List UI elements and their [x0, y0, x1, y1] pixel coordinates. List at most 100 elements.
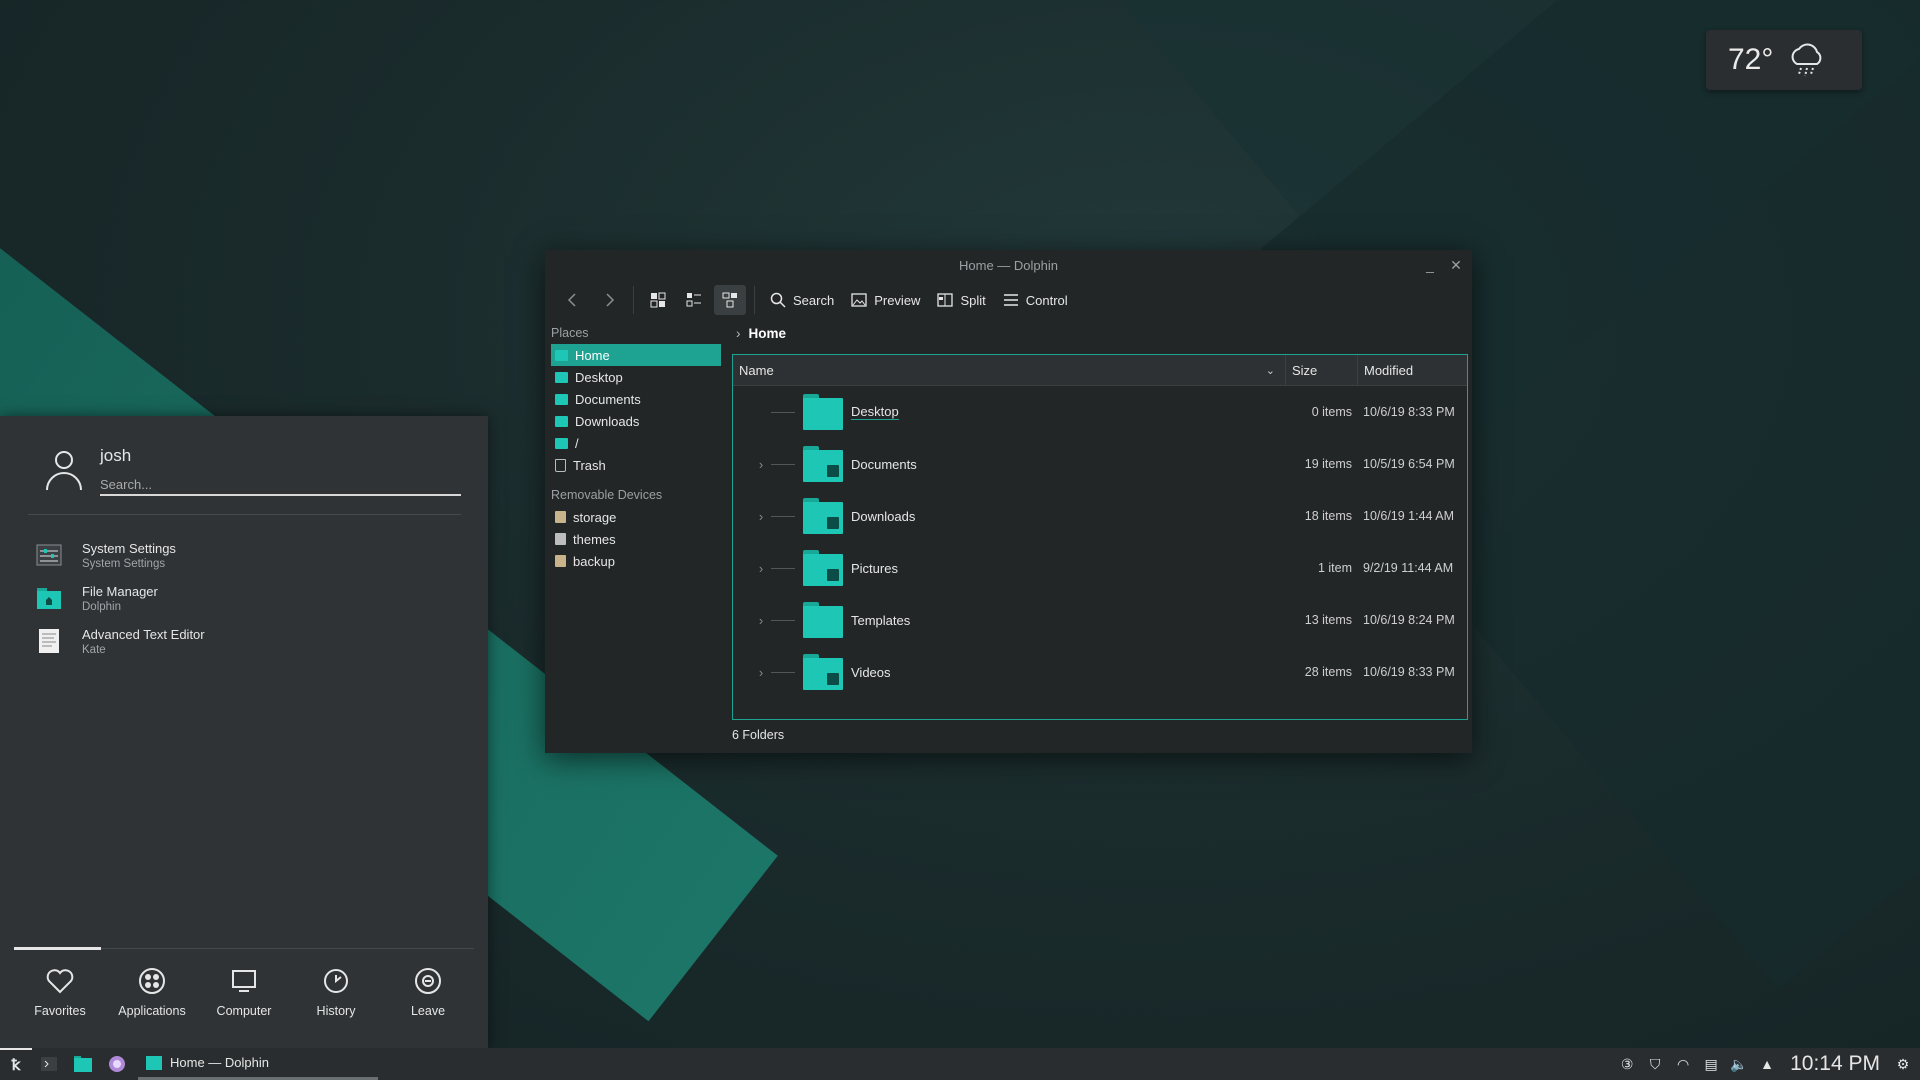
- folder-icon: [555, 371, 568, 383]
- row-modified: 9/2/19 11:44 AM: [1363, 561, 1454, 575]
- browser-icon: [109, 1056, 125, 1072]
- expand-chevron-icon[interactable]: ›: [751, 509, 771, 524]
- terminal-launcher[interactable]: [32, 1048, 66, 1080]
- split-button[interactable]: Split: [930, 285, 991, 315]
- home-folder-icon: [555, 349, 568, 361]
- file-manager-launcher[interactable]: [66, 1048, 100, 1080]
- clipboard-icon[interactable]: ③: [1618, 1055, 1636, 1073]
- row-size: 1 item: [1317, 561, 1352, 575]
- heart-icon: [46, 969, 74, 994]
- table-row[interactable]: Desktop 0 items 10/6/19 8:33 PM: [733, 386, 1467, 438]
- place-desktop[interactable]: Desktop: [551, 366, 721, 388]
- place-root[interactable]: /: [551, 432, 721, 454]
- table-row[interactable]: › Templates 13 items 10/6/19 8:24 PM: [733, 594, 1467, 646]
- app-text-editor[interactable]: Advanced Text Editor Kate: [36, 622, 436, 660]
- place-documents[interactable]: Documents: [551, 388, 721, 410]
- expand-chevron-icon[interactable]: ›: [751, 457, 771, 472]
- expand-chevron-icon[interactable]: ›: [751, 561, 771, 576]
- place-trash[interactable]: Trash: [551, 454, 721, 476]
- chevron-left-icon: [567, 293, 576, 307]
- expand-tray-icon[interactable]: ▲: [1758, 1055, 1776, 1073]
- column-size[interactable]: Size: [1286, 355, 1358, 385]
- image-icon: [851, 293, 867, 307]
- column-name[interactable]: Name ⌄: [733, 355, 1286, 385]
- back-button[interactable]: [557, 285, 589, 315]
- pictures-folder-icon: [803, 550, 843, 586]
- forward-button[interactable]: [593, 285, 625, 315]
- row-name: Pictures: [851, 560, 898, 576]
- device-storage[interactable]: storage: [551, 506, 721, 528]
- tree-line: [771, 515, 795, 517]
- volume-icon[interactable]: 🔈: [1730, 1055, 1748, 1073]
- search-icon: [770, 292, 786, 308]
- table-row[interactable]: › Videos 28 items 10/6/19 8:33 PM: [733, 646, 1467, 698]
- close-button[interactable]: ✕: [1448, 257, 1464, 274]
- launcher-search-input[interactable]: Search...: [100, 474, 461, 496]
- table-row[interactable]: › Downloads 18 items 10/6/19 1:44 AM: [733, 490, 1467, 542]
- wifi-icon[interactable]: ◠: [1674, 1055, 1692, 1073]
- app-title: File Manager: [82, 583, 158, 599]
- dolphin-window[interactable]: Home — Dolphin _ ✕ Search Preview Split …: [545, 250, 1472, 753]
- expand-chevron-icon[interactable]: ›: [751, 613, 771, 628]
- expand-chevron-icon[interactable]: ›: [751, 665, 771, 680]
- browser-launcher[interactable]: [100, 1048, 134, 1080]
- clock[interactable]: 10:14 PM: [1790, 1052, 1880, 1076]
- column-name-label: Name: [739, 362, 774, 378]
- compact-view-icon: [686, 293, 701, 307]
- window-title: Home — Dolphin: [959, 257, 1058, 273]
- row-name: Videos: [851, 664, 891, 680]
- window-titlebar[interactable]: Home — Dolphin _ ✕: [545, 250, 1472, 280]
- compact-view-button[interactable]: [678, 285, 710, 315]
- details-view-button[interactable]: [714, 285, 746, 315]
- application-launcher[interactable]: josh Search... System Settings System Set…: [0, 416, 488, 1048]
- row-size: 19 items: [1304, 457, 1352, 471]
- control-menu-button[interactable]: Control: [996, 285, 1074, 315]
- search-button[interactable]: Search: [763, 285, 840, 315]
- split-label: Split: [960, 292, 986, 308]
- divider: [28, 514, 461, 515]
- device-backup[interactable]: backup: [551, 550, 721, 572]
- documents-folder-icon: [803, 446, 843, 482]
- device-themes[interactable]: themes: [551, 528, 721, 550]
- icons-view-button[interactable]: [642, 285, 674, 315]
- tab-favorites[interactable]: Favorites: [14, 956, 106, 1036]
- shield-icon[interactable]: ⛉: [1646, 1055, 1664, 1073]
- row-modified: 10/6/19 1:44 AM: [1363, 509, 1455, 523]
- place-downloads[interactable]: Downloads: [551, 410, 721, 432]
- tab-leave[interactable]: Leave: [382, 956, 474, 1036]
- row-modified: 10/5/19 6:54 PM: [1363, 457, 1455, 471]
- place-label: /: [575, 435, 579, 451]
- active-tab-indicator: [14, 947, 101, 950]
- tab-label: Computer: [216, 1004, 272, 1018]
- table-row[interactable]: › Pictures 1 item 9/2/19 11:44 AM: [733, 542, 1467, 594]
- tab-applications[interactable]: Applications: [106, 956, 198, 1036]
- minimize-button[interactable]: _: [1422, 257, 1438, 273]
- rain-cloud-icon: [1791, 43, 1822, 77]
- device-label: storage: [573, 509, 617, 525]
- tab-label: Favorites: [34, 1004, 86, 1018]
- app-system-settings[interactable]: System Settings System Settings: [36, 536, 436, 574]
- column-modified[interactable]: Modified: [1358, 355, 1467, 385]
- tab-computer[interactable]: Computer: [198, 956, 290, 1036]
- gear-icon[interactable]: ⚙: [1894, 1055, 1912, 1073]
- applications-icon: [139, 968, 165, 994]
- sort-chevron-down-icon: ⌄: [1265, 364, 1275, 377]
- app-file-manager[interactable]: File Manager Dolphin: [36, 579, 436, 617]
- breadcrumb[interactable]: › Home: [732, 322, 786, 344]
- tab-history[interactable]: History: [290, 956, 382, 1036]
- task-dolphin[interactable]: Home — Dolphin: [138, 1048, 378, 1080]
- breadcrumb-home[interactable]: Home: [749, 326, 787, 341]
- app-subtitle: Kate: [82, 643, 106, 656]
- preview-label: Preview: [874, 292, 921, 308]
- table-row[interactable]: › Documents 19 items 10/5/19 6:54 PM: [733, 438, 1467, 490]
- row-modified: 10/6/19 8:33 PM: [1363, 405, 1455, 419]
- tree-line: [771, 463, 795, 465]
- toolbar: Search Preview Split Control: [545, 280, 1472, 320]
- weather-widget[interactable]: 72°: [1706, 30, 1862, 90]
- device-notifier-icon[interactable]: ▤: [1702, 1055, 1720, 1073]
- launcher-button[interactable]: ꝁ: [0, 1048, 32, 1080]
- preview-button[interactable]: Preview: [844, 285, 926, 315]
- row-name: Templates: [851, 612, 911, 628]
- file-list[interactable]: Name ⌄ Size Modified Desktop 0 items 10/6…: [732, 354, 1468, 720]
- place-home[interactable]: Home: [551, 344, 721, 366]
